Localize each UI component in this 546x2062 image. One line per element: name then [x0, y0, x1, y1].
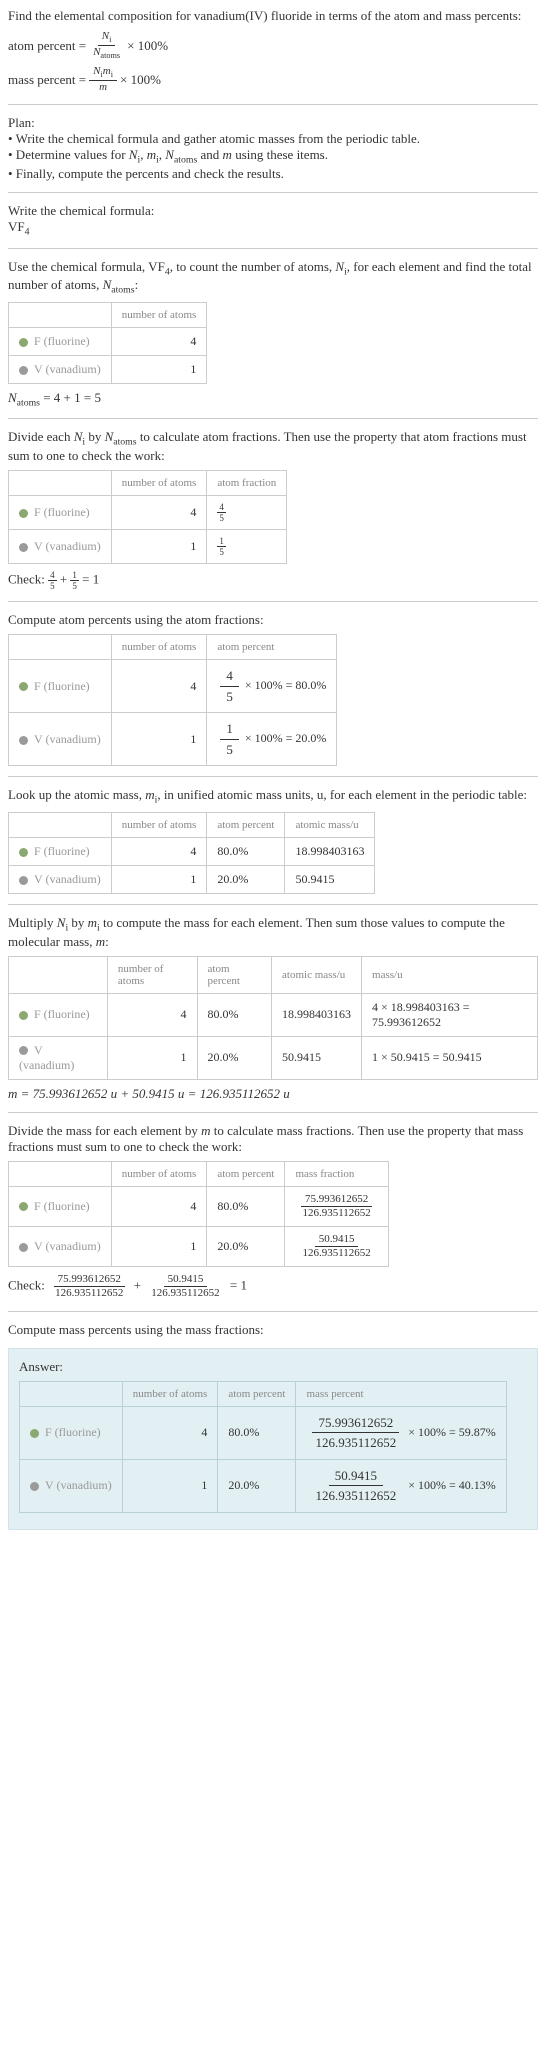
count-total: Natoms = 4 + 1 = 5 [8, 390, 538, 409]
atom-percent-formula: atom percent = Ni Natoms × 100% [8, 30, 538, 61]
count-atoms: Use the chemical formula, VF4, to count … [8, 259, 538, 296]
atom-fractions-text: Divide each Ni by Natoms to calculate at… [8, 429, 538, 464]
massfrac-text: Divide the mass for each element by m to… [8, 1123, 538, 1155]
final-text: Compute mass percents using the mass fra… [8, 1322, 538, 1338]
mass-percent-formula: mass percent = Nimi m × 100% [8, 65, 538, 94]
atom-fractions-table: number of atomsatom fraction F (fluorine… [8, 470, 287, 564]
chemical-formula: Write the chemical formula: VF4 [8, 203, 538, 238]
lookup-text: Look up the atomic mass, mi, in unified … [8, 787, 538, 806]
atom-percents-text: Compute atom percents using the atom fra… [8, 612, 538, 628]
massfrac-check: Check: 75.993612652126.935112652 + 50.94… [8, 1273, 538, 1300]
plan: Plan: • Write the chemical formula and g… [8, 115, 538, 182]
answer-box: Answer: number of atomsatom percentmass … [8, 1348, 538, 1530]
atom-percents-table: number of atomsatom percent F (fluorine)… [8, 634, 337, 766]
multiply-table: number of atomsatom percentatomic mass/u… [8, 956, 538, 1080]
answer-table: number of atomsatom percentmass percent … [19, 1381, 507, 1513]
massfrac-table: number of atomsatom percentmass fraction… [8, 1161, 389, 1268]
lookup-table: number of atomsatom percentatomic mass/u… [8, 812, 375, 894]
multiply-total: m = 75.993612652 u + 50.9415 u = 126.935… [8, 1086, 538, 1102]
intro-text: Find the elemental composition for vanad… [8, 8, 538, 24]
atom-fractions-check: Check: 45 + 15 = 1 [8, 570, 538, 591]
count-table: number of atoms F (fluorine)4 V (vanadiu… [8, 302, 207, 384]
multiply-text: Multiply Ni by mi to compute the mass fo… [8, 915, 538, 950]
answer-label: Answer: [19, 1359, 527, 1375]
